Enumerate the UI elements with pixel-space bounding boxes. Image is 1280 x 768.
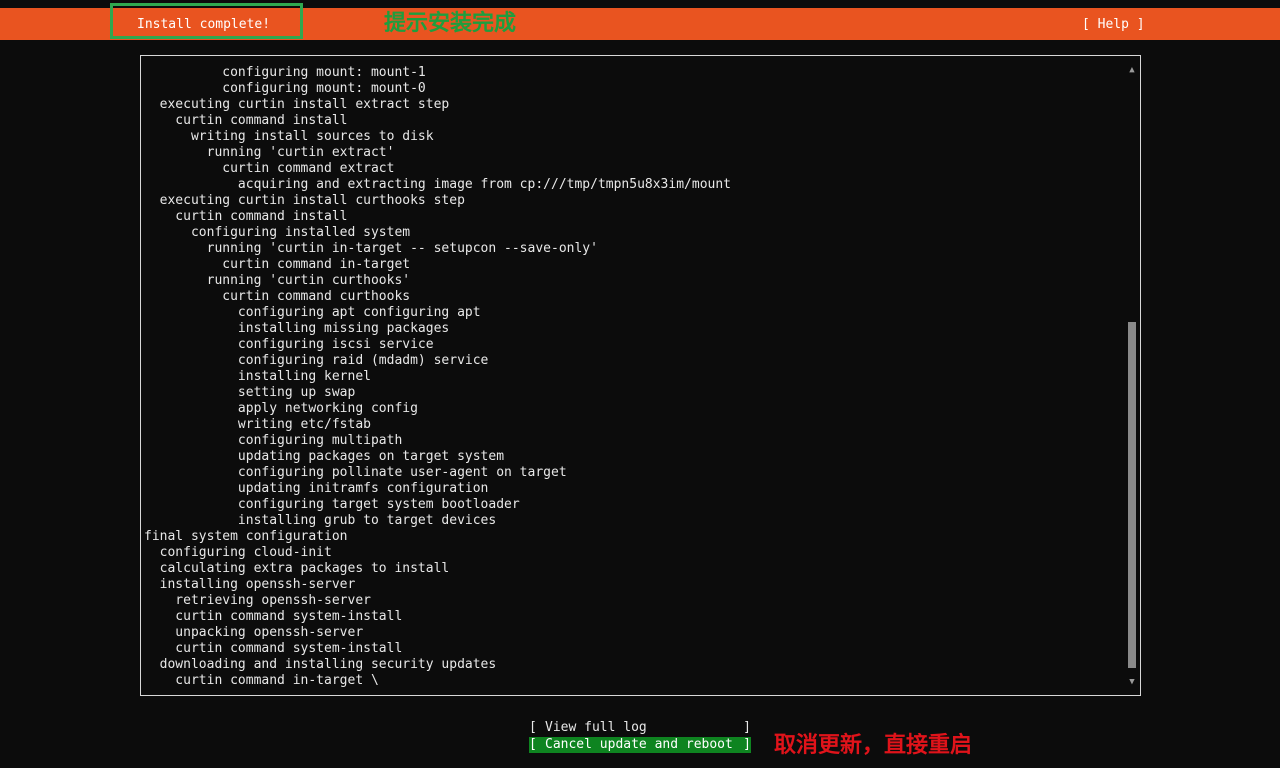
log-line: writing etc/fstab <box>144 417 371 432</box>
log-line: setting up swap <box>144 385 356 400</box>
log-line: downloading and installing security upda… <box>144 657 497 672</box>
log-line: curtin command install <box>144 209 348 224</box>
log-line: installing missing packages <box>144 321 450 336</box>
log-lines: configuring mount: mount-1 configuring m… <box>144 65 1124 689</box>
scroll-thumb[interactable] <box>1128 322 1136 668</box>
help-button[interactable]: [ Help ] <box>1082 16 1145 34</box>
log-line: configuring multipath <box>144 433 403 448</box>
log-scrollbar[interactable]: ▲ ▼ <box>1127 64 1137 688</box>
log-line: executing curtin install curthooks step <box>144 193 465 208</box>
log-line: running 'curtin in-target -- setupcon --… <box>144 241 598 256</box>
bracket-right: ] <box>743 737 751 752</box>
log-line: updating packages on target system <box>144 449 505 464</box>
scroll-down-arrow-icon[interactable]: ▼ <box>1127 676 1137 688</box>
log-line: curtin command system-install <box>144 641 403 656</box>
log-line: writing install sources to disk <box>144 129 434 144</box>
install-log-panel: configuring mount: mount-1 configuring m… <box>140 55 1141 696</box>
log-line: configuring pollinate user-agent on targ… <box>144 465 567 480</box>
log-line: retrieving openssh-server <box>144 593 371 608</box>
log-line: curtin command system-install <box>144 609 403 624</box>
log-line: curtin command install <box>144 113 348 128</box>
log-line: unpacking openssh-server <box>144 625 364 640</box>
log-line: installing openssh-server <box>144 577 356 592</box>
log-line: configuring raid (mdadm) service <box>144 353 489 368</box>
bracket-right: ] <box>743 720 751 735</box>
reboot-annotation: 取消更新，直接重启 <box>774 733 973 758</box>
log-line: acquiring and extracting image from cp:/… <box>144 177 731 192</box>
log-line: apply networking config <box>144 401 418 416</box>
log-line: configuring mount: mount-0 <box>144 81 426 96</box>
log-line: configuring iscsi service <box>144 337 434 352</box>
log-line: installing grub to target devices <box>144 513 497 528</box>
log-line: configuring target system bootloader <box>144 497 520 512</box>
log-line: configuring mount: mount-1 <box>144 65 426 80</box>
cancel-update-and-reboot-label: Cancel update and reboot <box>545 737 733 752</box>
log-line: running 'curtin extract' <box>144 145 395 160</box>
log-line: updating initramfs configuration <box>144 481 489 496</box>
log-line: calculating extra packages to install <box>144 561 450 576</box>
log-line: curtin command curthooks <box>144 289 411 304</box>
install-complete-annotation: 提示安装完成 <box>384 11 517 36</box>
log-line: final system configuration <box>144 529 348 544</box>
view-full-log-label: View full log <box>545 720 647 735</box>
log-line: curtin command in-target <box>144 257 411 272</box>
log-line: curtin command extract <box>144 161 395 176</box>
log-line: configuring cloud-init <box>144 545 332 560</box>
log-line: configuring apt configuring apt <box>144 305 481 320</box>
log-line: curtin command in-target \ <box>144 673 379 688</box>
cancel-update-and-reboot-button[interactable]: [ Cancel update and reboot ] <box>529 737 751 753</box>
log-line: installing kernel <box>144 369 371 384</box>
scroll-track[interactable] <box>1128 78 1136 674</box>
log-line: running 'curtin curthooks' <box>144 273 411 288</box>
bracket-left: [ <box>529 720 537 735</box>
bracket-left: [ <box>529 737 537 752</box>
view-full-log-button[interactable]: [ View full log ] <box>529 720 751 736</box>
title-highlight-box <box>110 3 303 39</box>
log-line: executing curtin install extract step <box>144 97 450 112</box>
scroll-up-arrow-icon[interactable]: ▲ <box>1127 64 1137 76</box>
log-line: configuring installed system <box>144 225 411 240</box>
